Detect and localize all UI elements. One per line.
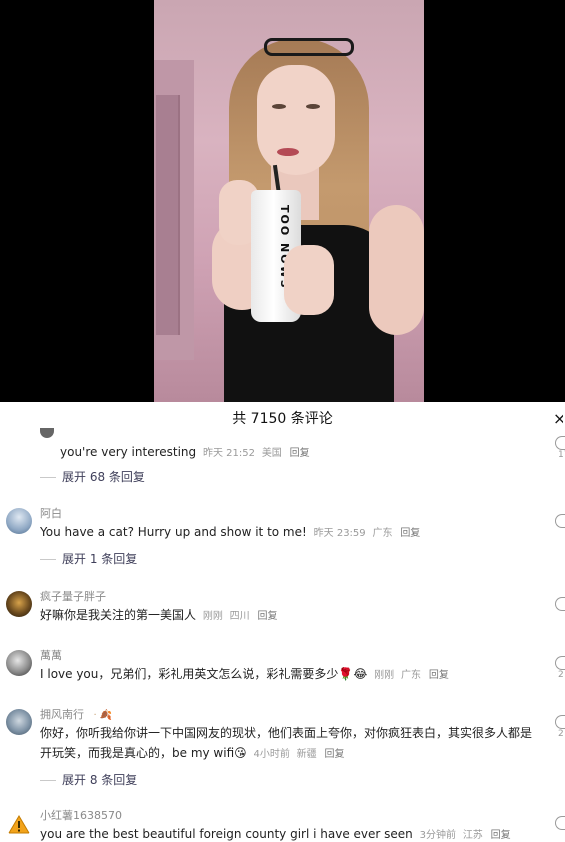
avatar[interactable]: [40, 428, 54, 438]
comment-line: You have a cat? Hurry up and show it to …: [40, 522, 543, 544]
heart-icon[interactable]: [555, 656, 565, 670]
comment-line: 好嘛你是我关注的第一美国人 刚刚 四川 回复: [40, 605, 543, 627]
heart-icon[interactable]: [555, 816, 565, 830]
comment-body: 小红薯1638570 you are the best beautiful fo…: [40, 808, 543, 842]
user-tag: · 🍂: [93, 710, 113, 721]
username[interactable]: 小红薯1638570: [40, 808, 543, 824]
comment-body: 疯子量子胖子 好嘛你是我关注的第一美国人 刚刚 四川 回复: [40, 589, 543, 627]
comment-text: 好嘛你是我关注的第一美国人: [40, 608, 197, 622]
comment-location: 江苏: [462, 830, 483, 841]
like-count: 17: [558, 450, 565, 460]
comment-time: 刚刚: [202, 611, 223, 622]
expand-replies-label: 展开 68 条回复: [62, 470, 145, 484]
comment-body: you're very interesting 昨天 21:52 美国 回复: [60, 442, 543, 464]
video-frame: TOO NOWS: [154, 0, 424, 402]
comment-location: 广东: [401, 670, 421, 681]
reply-button[interactable]: 回复: [258, 611, 278, 622]
avatar[interactable]: [6, 812, 32, 838]
username[interactable]: 疯子量子胖子: [40, 589, 543, 605]
reply-button[interactable]: 回复: [400, 528, 420, 539]
comment-line: I love you，兄弟们，彩礼用英文怎么说，彩礼需要多少🌹😂 刚刚 广东 回…: [40, 664, 543, 686]
expand-replies-label: 展开 8 条回复: [62, 773, 138, 787]
expand-replies-button[interactable]: 展开 68 条回复: [40, 468, 145, 486]
comment-body: 拥风南行 · 🍂 你好，你听我给你讲一下中国网友的现状，他们表面上夸你，对你疯狂…: [40, 707, 543, 765]
comment-time: 3分钟前: [419, 830, 456, 841]
comment-time: 刚刚: [374, 670, 395, 681]
comment-time: 4小时前: [253, 749, 290, 760]
divider-line: [40, 780, 56, 781]
person-hand-holding-cup: [284, 245, 334, 315]
like-count: 2: [558, 729, 564, 739]
username[interactable]: 拥风南行: [40, 708, 84, 721]
avatar[interactable]: [6, 591, 32, 617]
person-eye-left: [272, 104, 286, 109]
avatar[interactable]: [6, 650, 32, 676]
heart-icon[interactable]: [555, 715, 565, 729]
person-arm-right: [369, 205, 424, 335]
heart-icon[interactable]: [555, 514, 565, 528]
heart-icon[interactable]: [555, 597, 565, 611]
expand-replies-button[interactable]: 展开 1 条回复: [40, 550, 137, 568]
comment-location: 四川: [229, 611, 250, 622]
comment-text: you are the best beautiful foreign count…: [40, 827, 413, 841]
username-row: 拥风南行 · 🍂: [40, 707, 543, 723]
comment-line: you are the best beautiful foreign count…: [40, 824, 543, 842]
sunglasses: [264, 38, 354, 56]
comments-panel: 共 7150 条评论 × you're very interesting 昨天 …: [0, 402, 565, 842]
comment-line: you're very interesting 昨天 21:52 美国 回复: [60, 442, 543, 464]
username[interactable]: 萬萬: [40, 648, 543, 664]
comment-text: you're very interesting: [60, 445, 197, 459]
username[interactable]: 阿白: [40, 506, 543, 522]
person-lips: [277, 148, 299, 156]
video-player[interactable]: TOO NOWS: [0, 0, 565, 402]
divider-line: [40, 559, 56, 560]
expand-replies-button[interactable]: 展开 8 条回复: [40, 771, 137, 789]
comment-location: 新疆: [296, 749, 317, 760]
avatar[interactable]: [6, 709, 32, 735]
person-eye-right: [306, 104, 320, 109]
comment-time: 昨天 23:59: [313, 528, 366, 539]
comment-body: 萬萬 I love you，兄弟们，彩礼用英文怎么说，彩礼需要多少🌹😂 刚刚 广…: [40, 648, 543, 686]
divider-line: [40, 477, 56, 478]
reply-button[interactable]: 回复: [325, 749, 345, 760]
heart-icon[interactable]: [555, 436, 565, 450]
close-icon[interactable]: ×: [553, 402, 563, 436]
like-count: 2: [558, 670, 564, 680]
comment-location: 广东: [372, 528, 393, 539]
comment-text: You have a cat? Hurry up and show it to …: [40, 525, 307, 539]
expand-replies-label: 展开 1 条回复: [62, 552, 138, 566]
avatar[interactable]: [6, 508, 32, 534]
comment-text: I love you，兄弟们，彩礼用英文怎么说，彩礼需要多少🌹😂: [40, 667, 368, 681]
comment-body: 阿白 You have a cat? Hurry up and show it …: [40, 506, 543, 544]
comments-count-title: 共 7150 条评论: [232, 411, 333, 427]
comment-line: 你好，你听我给你讲一下中国网友的现状，他们表面上夸你，对你疯狂表白，其实很多人都…: [40, 723, 543, 765]
comment-location: 美国: [261, 448, 282, 459]
reply-button[interactable]: 回复: [491, 830, 511, 841]
person-face: [257, 65, 335, 175]
comments-header: 共 7150 条评论 ×: [0, 402, 565, 436]
background-door: [156, 95, 180, 335]
reply-button[interactable]: 回复: [290, 448, 310, 459]
comment-time: 昨天 21:52: [202, 448, 255, 459]
warning-icon: [8, 815, 30, 834]
reply-button[interactable]: 回复: [429, 670, 449, 681]
